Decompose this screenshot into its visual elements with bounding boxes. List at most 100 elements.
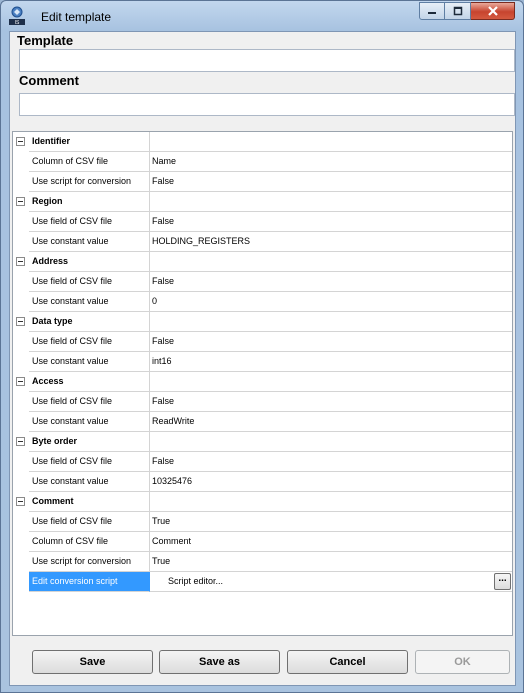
grid-property-name: Edit conversion script bbox=[29, 572, 150, 592]
grid-property-row[interactable]: Use field of CSV file False bbox=[13, 332, 512, 352]
grid-category-row[interactable]: Comment bbox=[13, 492, 512, 512]
grid-property-row[interactable]: Use script for conversion True bbox=[13, 552, 512, 572]
grid-property-value[interactable]: True bbox=[150, 552, 512, 572]
grid-property-value[interactable]: False bbox=[150, 172, 512, 192]
comment-input[interactable] bbox=[19, 93, 515, 116]
grid-gutter bbox=[13, 352, 29, 372]
grid-property-value bbox=[150, 312, 512, 332]
grid-value-text: Name bbox=[152, 156, 177, 166]
collapse-icon[interactable] bbox=[16, 137, 25, 146]
grid-property-value[interactable]: 10325476 bbox=[150, 472, 512, 492]
grid-property-name: Use constant value bbox=[29, 412, 150, 432]
grid-property-row[interactable]: Use constant value HOLDING_REGISTERS bbox=[13, 232, 512, 252]
grid-property-row[interactable]: Use field of CSV file False bbox=[13, 272, 512, 292]
grid-gutter bbox=[13, 452, 29, 472]
collapse-icon[interactable] bbox=[16, 197, 25, 206]
minimize-icon bbox=[428, 12, 436, 14]
window-title: Edit template bbox=[41, 10, 112, 24]
save-as-button[interactable]: Save as bbox=[159, 650, 280, 674]
grid-property-row[interactable]: Use field of CSV file False bbox=[13, 392, 512, 412]
maximize-button[interactable] bbox=[445, 2, 471, 20]
grid-property-name: Use constant value bbox=[29, 352, 150, 372]
grid-category-row[interactable]: Byte order bbox=[13, 432, 512, 452]
grid-category-row[interactable]: Identifier bbox=[13, 132, 512, 152]
grid-gutter bbox=[13, 212, 29, 232]
collapse-icon[interactable] bbox=[16, 437, 25, 446]
grid-property-name: Identifier bbox=[29, 132, 150, 152]
grid-property-value[interactable]: ReadWrite bbox=[150, 412, 512, 432]
grid-value-text: False bbox=[152, 216, 175, 226]
grid-value-text: False bbox=[152, 176, 175, 186]
grid-property-name: Use field of CSV file bbox=[29, 272, 150, 292]
grid-gutter bbox=[13, 192, 29, 212]
grid-gutter bbox=[13, 412, 29, 432]
grid-category-row[interactable]: Region bbox=[13, 192, 512, 212]
grid-property-value[interactable]: Name bbox=[150, 152, 512, 172]
grid-value-text: Comment bbox=[152, 536, 192, 546]
title-bar[interactable]: IS Edit template bbox=[1, 1, 523, 31]
grid-property-row[interactable]: Use constant value ReadWrite bbox=[13, 412, 512, 432]
grid-property-row[interactable]: Use constant value 10325476 bbox=[13, 472, 512, 492]
grid-property-row[interactable]: Use script for conversion False bbox=[13, 172, 512, 192]
minimize-button[interactable] bbox=[419, 2, 445, 20]
grid-property-value[interactable]: True bbox=[150, 512, 512, 532]
grid-property-row[interactable]: Use field of CSV file False bbox=[13, 452, 512, 472]
save-button[interactable]: Save bbox=[32, 650, 153, 674]
grid-property-value[interactable]: HOLDING_REGISTERS bbox=[150, 232, 512, 252]
grid-property-name: Use field of CSV file bbox=[29, 392, 150, 412]
grid-category-row[interactable]: Address bbox=[13, 252, 512, 272]
grid-gutter bbox=[13, 292, 29, 312]
grid-value-text: int16 bbox=[152, 356, 172, 366]
close-icon bbox=[487, 6, 498, 16]
template-label: Template bbox=[17, 33, 74, 48]
ok-button[interactable]: OK bbox=[415, 650, 510, 674]
grid-property-row[interactable]: Use field of CSV file True bbox=[13, 512, 512, 532]
grid-property-value bbox=[150, 132, 512, 152]
property-grid[interactable]: Identifier Column of CSV file Name Use scri… bbox=[12, 131, 513, 636]
grid-gutter bbox=[13, 152, 29, 172]
grid-property-name: Comment bbox=[29, 492, 150, 512]
grid-gutter bbox=[13, 472, 29, 492]
grid-property-row[interactable]: Use constant value 0 bbox=[13, 292, 512, 312]
grid-property-value[interactable]: 0 bbox=[150, 292, 512, 312]
cancel-button[interactable]: Cancel bbox=[287, 650, 408, 674]
grid-gutter bbox=[13, 232, 29, 252]
grid-gutter bbox=[13, 432, 29, 452]
grid-property-name: Use field of CSV file bbox=[29, 212, 150, 232]
grid-property-value bbox=[150, 372, 512, 392]
grid-property-value bbox=[150, 432, 512, 452]
script-editor-ellipsis-button[interactable]: ... bbox=[494, 573, 511, 590]
collapse-icon[interactable] bbox=[16, 257, 25, 266]
grid-category-row[interactable]: Access bbox=[13, 372, 512, 392]
grid-property-row[interactable]: Edit conversion script Script editor.....… bbox=[13, 572, 512, 592]
collapse-icon[interactable] bbox=[16, 317, 25, 326]
grid-property-value[interactable]: False bbox=[150, 452, 512, 472]
grid-gutter bbox=[13, 492, 29, 512]
grid-property-value[interactable]: False bbox=[150, 332, 512, 352]
template-input[interactable] bbox=[19, 49, 515, 72]
grid-value-text: 0 bbox=[152, 296, 158, 306]
grid-property-value[interactable]: int16 bbox=[150, 352, 512, 372]
grid-property-value[interactable]: Comment bbox=[150, 532, 512, 552]
grid-property-value[interactable]: False bbox=[150, 212, 512, 232]
close-button[interactable] bbox=[471, 2, 515, 20]
grid-property-row[interactable]: Use constant value int16 bbox=[13, 352, 512, 372]
grid-property-value[interactable]: False bbox=[150, 272, 512, 292]
grid-value-text: 10325476 bbox=[152, 476, 193, 486]
grid-property-name: Column of CSV file bbox=[29, 532, 150, 552]
grid-gutter bbox=[13, 332, 29, 352]
grid-property-name: Use constant value bbox=[29, 292, 150, 312]
grid-property-name: Use constant value bbox=[29, 232, 150, 252]
grid-property-row[interactable]: Use field of CSV file False bbox=[13, 212, 512, 232]
grid-property-name: Use script for conversion bbox=[29, 552, 150, 572]
collapse-icon[interactable] bbox=[16, 497, 25, 506]
grid-gutter bbox=[13, 392, 29, 412]
collapse-icon[interactable] bbox=[16, 377, 25, 386]
grid-property-row[interactable]: Column of CSV file Comment bbox=[13, 532, 512, 552]
grid-property-row[interactable]: Column of CSV file Name bbox=[13, 152, 512, 172]
grid-property-value[interactable]: False bbox=[150, 392, 512, 412]
grid-property-value[interactable]: Script editor...... bbox=[150, 572, 512, 592]
grid-gutter bbox=[13, 312, 29, 332]
grid-category-row[interactable]: Data type bbox=[13, 312, 512, 332]
grid-property-name: Byte order bbox=[29, 432, 150, 452]
